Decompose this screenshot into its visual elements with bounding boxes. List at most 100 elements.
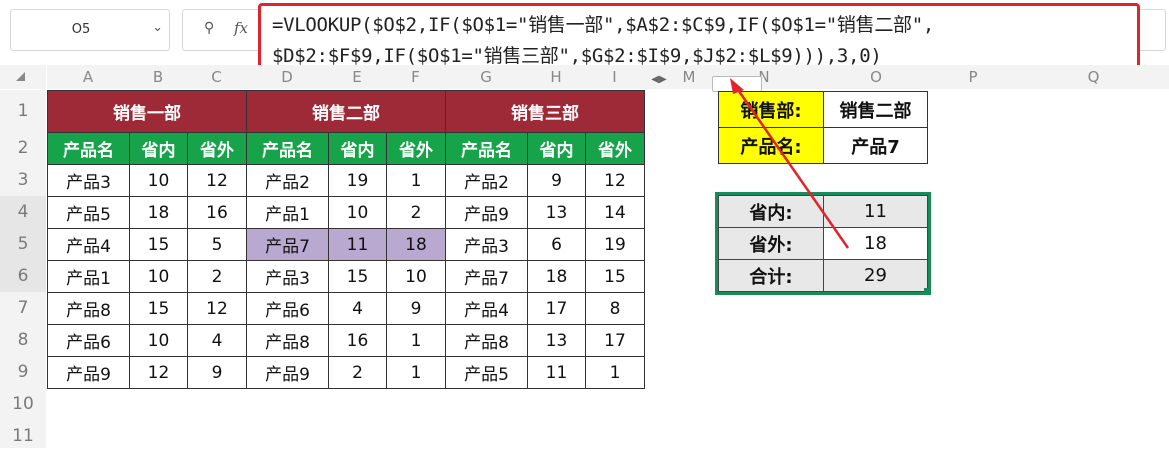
header-cell[interactable]: 产品名 — [445, 132, 528, 165]
table-cell[interactable]: 产品4 — [47, 228, 130, 261]
table-cell[interactable]: 产品6 — [246, 292, 329, 325]
highlighted-cell[interactable]: 18 — [386, 228, 446, 261]
table-cell[interactable]: 13 — [527, 324, 586, 357]
table-cell[interactable]: 产品2 — [246, 164, 329, 197]
table-cell[interactable]: 产品2 — [445, 164, 528, 197]
table-cell[interactable]: 产品9 — [246, 356, 329, 389]
table-cell[interactable]: 15 — [129, 228, 188, 261]
header-cell[interactable]: 省内 — [527, 132, 586, 165]
select-all-corner[interactable] — [0, 65, 46, 89]
table-cell[interactable]: 16 — [328, 324, 387, 357]
table-cell[interactable]: 产品3 — [47, 164, 130, 197]
column-header-c[interactable]: C — [187, 65, 246, 89]
row-header-3[interactable]: 3 — [0, 164, 46, 196]
table-cell[interactable]: 9 — [187, 356, 247, 389]
header-cell[interactable]: 产品名 — [47, 132, 130, 165]
dept3-title[interactable]: 销售三部 — [445, 90, 645, 133]
row-header-1[interactable]: 1 — [0, 90, 46, 132]
table-cell[interactable]: 2 — [328, 356, 387, 389]
dept2-title[interactable]: 销售二部 — [246, 90, 446, 133]
table-cell[interactable]: 2 — [386, 196, 446, 229]
table-cell[interactable]: 6 — [527, 228, 586, 261]
table-cell[interactable]: 15 — [129, 292, 188, 325]
table-cell[interactable]: 2 — [187, 260, 247, 293]
table-cell[interactable]: 10 — [129, 260, 188, 293]
table-cell[interactable]: 10 — [129, 164, 188, 197]
column-header-p[interactable]: P — [928, 65, 1018, 89]
header-cell[interactable]: 省外 — [187, 132, 247, 165]
table-cell[interactable]: 16 — [187, 196, 247, 229]
table-cell[interactable]: 产品1 — [246, 196, 329, 229]
table-cell[interactable]: 15 — [585, 260, 645, 293]
row-header-6[interactable]: 6 — [0, 260, 46, 292]
table-cell[interactable]: 9 — [527, 164, 586, 197]
column-header-q[interactable]: Q — [1018, 65, 1169, 89]
total-value[interactable]: 29 — [823, 259, 928, 292]
highlighted-cell[interactable]: 产品7 — [246, 228, 329, 261]
table-cell[interactable]: 14 — [585, 196, 645, 229]
table-cell[interactable]: 9 — [386, 292, 446, 325]
table-cell[interactable]: 19 — [328, 164, 387, 197]
table-cell[interactable]: 4 — [187, 324, 247, 357]
header-cell[interactable]: 省外 — [585, 132, 645, 165]
row-header-2[interactable]: 2 — [0, 132, 46, 164]
fx-icon[interactable]: fx — [234, 19, 248, 37]
table-cell[interactable]: 产品7 — [445, 260, 528, 293]
table-cell[interactable]: 10 — [386, 260, 446, 293]
row-header-4[interactable]: 4 — [0, 196, 46, 228]
column-header-g[interactable]: G — [445, 65, 527, 89]
total-label[interactable]: 合计: — [718, 259, 824, 292]
column-header-d[interactable]: D — [246, 65, 328, 89]
column-header-b[interactable]: B — [129, 65, 187, 89]
zoom-icon[interactable]: ⚲ — [204, 20, 214, 36]
header-cell[interactable]: 省内 — [129, 132, 188, 165]
table-cell[interactable]: 产品1 — [47, 260, 130, 293]
row-header-8[interactable]: 8 — [0, 324, 46, 356]
table-cell[interactable]: 12 — [187, 164, 247, 197]
table-cell[interactable]: 产品8 — [246, 324, 329, 357]
table-cell[interactable]: 产品5 — [47, 196, 130, 229]
table-cell[interactable]: 1 — [585, 356, 645, 389]
table-cell[interactable]: 18 — [527, 260, 586, 293]
name-box[interactable]: O5 ⌄ — [10, 9, 170, 51]
table-cell[interactable]: 8 — [585, 292, 645, 325]
fill-handle[interactable] — [924, 288, 930, 294]
table-cell[interactable]: 17 — [585, 324, 645, 357]
column-header-e[interactable]: E — [328, 65, 386, 89]
table-cell[interactable]: 产品6 — [47, 324, 130, 357]
table-cell[interactable]: 10 — [129, 324, 188, 357]
column-header-h[interactable]: H — [527, 65, 585, 89]
row-header-7[interactable]: 7 — [0, 292, 46, 324]
table-cell[interactable]: 12 — [187, 292, 247, 325]
row-header-11[interactable]: 11 — [0, 420, 46, 448]
table-cell[interactable]: 产品9 — [47, 356, 130, 389]
table-cell[interactable]: 1 — [386, 356, 446, 389]
chevron-down-icon[interactable]: ⌄ — [152, 20, 163, 35]
table-cell[interactable]: 产品4 — [445, 292, 528, 325]
table-cell[interactable]: 1 — [386, 324, 446, 357]
table-cell[interactable]: 产品8 — [47, 292, 130, 325]
table-cell[interactable]: 18 — [129, 196, 188, 229]
column-header-a[interactable]: A — [47, 65, 129, 89]
table-cell[interactable]: 产品5 — [445, 356, 528, 389]
collapsed-columns-handle[interactable]: ◀▶ — [644, 65, 674, 89]
table-cell[interactable]: 产品3 — [445, 228, 528, 261]
table-cell[interactable]: 产品3 — [246, 260, 329, 293]
table-cell[interactable]: 13 — [527, 196, 586, 229]
table-cell[interactable]: 产品9 — [445, 196, 528, 229]
column-header-f[interactable]: F — [386, 65, 445, 89]
header-cell[interactable]: 省内 — [328, 132, 387, 165]
table-cell[interactable]: 4 — [328, 292, 387, 325]
table-cell[interactable]: 15 — [328, 260, 387, 293]
table-cell[interactable]: 产品8 — [445, 324, 528, 357]
dept1-title[interactable]: 销售一部 — [47, 90, 247, 133]
table-cell[interactable]: 10 — [328, 196, 387, 229]
table-cell[interactable]: 12 — [585, 164, 645, 197]
column-header-i[interactable]: I — [585, 65, 644, 89]
header-cell[interactable]: 产品名 — [246, 132, 329, 165]
table-cell[interactable]: 17 — [527, 292, 586, 325]
row-header-5[interactable]: 5 — [0, 228, 46, 260]
table-cell[interactable]: 19 — [585, 228, 645, 261]
table-cell[interactable]: 12 — [129, 356, 188, 389]
header-cell[interactable]: 省外 — [386, 132, 446, 165]
